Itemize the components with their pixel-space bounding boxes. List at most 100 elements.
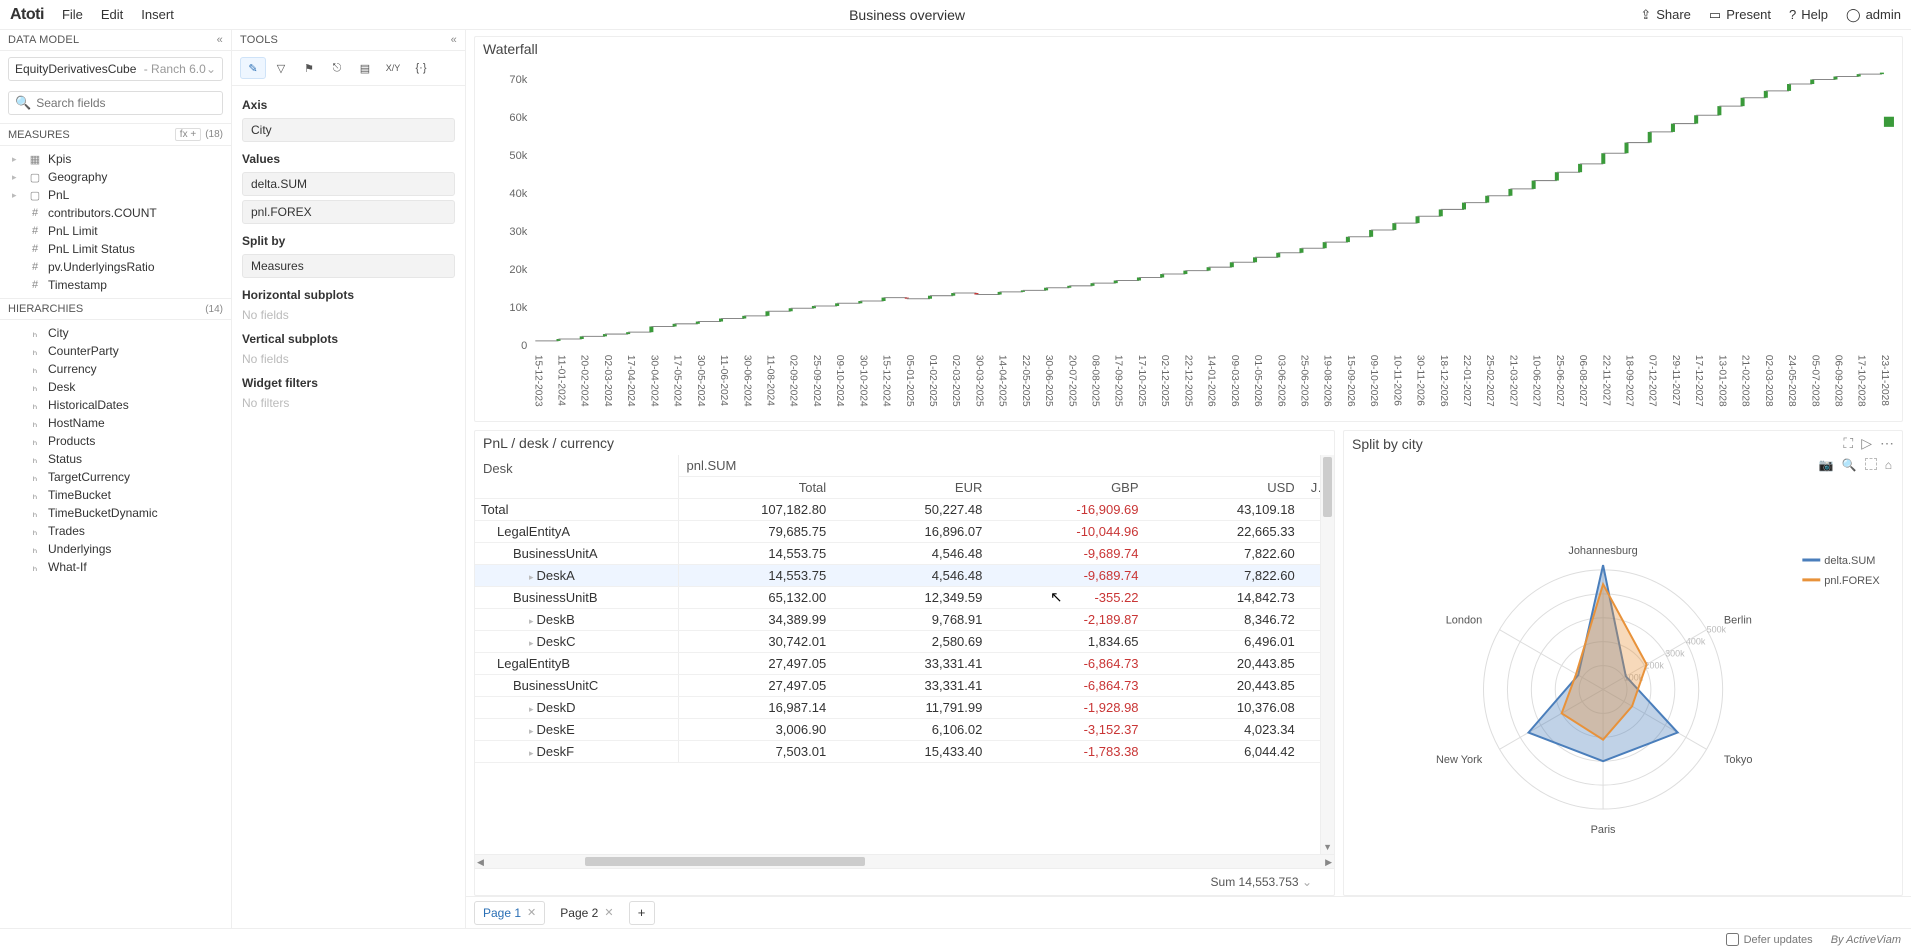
hierarchy-item[interactable]: ₕTargetCurrency [4, 468, 227, 486]
table-hscroll[interactable]: ◀▶ [475, 854, 1334, 868]
flag-tool-icon[interactable]: ⚑ [296, 57, 322, 79]
search-input-wrap[interactable]: 🔍 [8, 91, 223, 115]
splitby-chip-measures[interactable]: Measures [242, 254, 455, 278]
table-col-header[interactable]: GBP [990, 477, 1146, 499]
page-tab[interactable]: Page 2✕ [551, 901, 622, 925]
scroll-down-icon[interactable]: ▼ [1323, 842, 1332, 852]
svg-text:23-11-2028: 23-11-2028 [1879, 355, 1890, 406]
svg-text:09-03-2026: 09-03-2026 [1229, 355, 1240, 407]
search-input[interactable] [36, 96, 216, 110]
share-button[interactable]: ⇪Share [1640, 7, 1691, 23]
hierarchy-item[interactable]: ₕUnderlyings [4, 540, 227, 558]
measure-item[interactable]: #pv.UnderlyingsRatio [4, 258, 227, 276]
collapse-tools-icon[interactable]: « [451, 34, 457, 46]
hierarchy-item[interactable]: ₕStatus [4, 450, 227, 468]
defer-checkbox[interactable] [1726, 933, 1739, 946]
filter-tool-icon[interactable]: ▽ [268, 57, 294, 79]
xy-tool-icon[interactable]: X/Y [380, 57, 406, 79]
radar-panel: Split by city ⛶ ▷ ⋯ 📷 🔍 ⌂ [1343, 430, 1903, 896]
hscroll-thumb[interactable] [585, 857, 865, 866]
close-icon[interactable]: ✕ [527, 906, 536, 919]
fx-button[interactable]: fx + [175, 128, 201, 141]
hierarchy-item[interactable]: ₕCurrency [4, 360, 227, 378]
measure-item[interactable]: #Timestamp [4, 276, 227, 294]
measure-item[interactable]: #contributors.COUNT [4, 204, 227, 222]
bracket-tool-icon[interactable]: {·} [408, 57, 434, 79]
measure-item[interactable]: #PnL Limit Status [4, 240, 227, 258]
svg-text:50k: 50k [509, 150, 527, 162]
table-row[interactable]: BusinessUnitA14,553.754,546.48-9,689.747… [475, 543, 1334, 565]
measure-item[interactable]: #PnL Limit [4, 222, 227, 240]
grid-tool-icon[interactable]: ▤ [352, 57, 378, 79]
scroll-right-icon[interactable]: ▶ [1325, 857, 1332, 868]
col-measure[interactable]: pnl.SUM [678, 455, 1334, 477]
chevron-down-icon[interactable]: ⌄ [1302, 875, 1312, 889]
page-tab[interactable]: Page 1✕ [474, 901, 545, 925]
table-col-header[interactable]: Total [678, 477, 834, 499]
zoom-icon[interactable]: 🔍 [1842, 458, 1857, 472]
table-row[interactable]: ▸DeskA14,553.754,546.48-9,689.747,822.60 [475, 565, 1334, 587]
menu-edit[interactable]: Edit [101, 7, 123, 22]
hierarchy-item[interactable]: ₕTrades [4, 522, 227, 540]
vscroll-thumb[interactable] [1323, 457, 1332, 517]
measure-item[interactable]: ▸▢PnL [4, 186, 227, 204]
play-icon[interactable]: ▷ [1861, 435, 1872, 452]
pnl-table[interactable]: Desk pnl.SUM TotalEURGBPUSDJPY Total107,… [475, 455, 1334, 763]
hierarchy-item[interactable]: ₕHistoricalDates [4, 396, 227, 414]
table-col-header[interactable]: EUR [834, 477, 990, 499]
svg-text:29-11-2027: 29-11-2027 [1670, 355, 1681, 406]
select-icon[interactable] [1865, 458, 1877, 470]
table-row[interactable]: LegalEntityB27,497.0533,331.41-6,864.732… [475, 653, 1334, 675]
scroll-left-icon[interactable]: ◀ [477, 857, 484, 868]
wfilters-empty: No filters [242, 396, 455, 410]
help-button[interactable]: ?Help [1789, 7, 1828, 22]
user-button[interactable]: ◯admin [1846, 7, 1901, 23]
table-row[interactable]: Total107,182.8050,227.48-16,909.6943,109… [475, 499, 1334, 521]
table-row[interactable]: ▸DeskE3,006.906,106.02-3,152.374,023.34 [475, 719, 1334, 741]
edit-tool-icon[interactable]: ✎ [240, 57, 266, 79]
svg-text:22-11-2027: 22-11-2027 [1600, 355, 1611, 406]
hierarchy-item[interactable]: ₕHostName [4, 414, 227, 432]
table-row[interactable]: ▸DeskB34,389.999,768.91-2,189.878,346.72 [475, 609, 1334, 631]
table-row[interactable]: ▸DeskD16,987.1411,791.99-1,928.9810,376.… [475, 697, 1334, 719]
close-icon[interactable]: ✕ [604, 906, 613, 919]
table-row[interactable]: ▸DeskF7,503.0115,433.40-1,783.386,044.42 [475, 741, 1334, 763]
hierarchy-item[interactable]: ₕCity [4, 324, 227, 342]
hierarchy-item[interactable]: ₕTimeBucketDynamic [4, 504, 227, 522]
hierarchy-item[interactable]: ₕTimeBucket [4, 486, 227, 504]
radar-chart[interactable]: 100k200k300k400k500kJohannesburgBerlinTo… [1344, 474, 1902, 895]
add-tab-button[interactable]: + [629, 901, 655, 925]
hierarchy-item[interactable]: ₕWhat-If [4, 558, 227, 576]
table-row[interactable]: LegalEntityA79,685.7516,896.07-10,044.96… [475, 521, 1334, 543]
menu-file[interactable]: File [62, 7, 83, 22]
expand-icon[interactable]: ⛶ [1843, 435, 1853, 452]
svg-text:14-01-2026: 14-01-2026 [1206, 355, 1217, 407]
table-row[interactable]: BusinessUnitC27,497.0533,331.41-6,864.73… [475, 675, 1334, 697]
camera-icon[interactable]: 📷 [1819, 458, 1834, 472]
present-button[interactable]: ▭Present [1709, 7, 1771, 23]
svg-text:0: 0 [521, 340, 527, 352]
cube-selector[interactable]: EquityDerivativesCube - Ranch 6.0 ⌄ [8, 57, 223, 81]
table-row[interactable]: BusinessUnitB65,132.0012,349.59-355.2214… [475, 587, 1334, 609]
axis-chip-city[interactable]: City [242, 118, 455, 142]
svg-text:11-08-2024: 11-08-2024 [764, 355, 775, 406]
waterfall-chart[interactable]: 010k20k30k40k50k60k70k15-12-202311-01-20… [475, 61, 1902, 422]
table-row[interactable]: ▸DeskC30,742.012,580.691,834.656,496.01 [475, 631, 1334, 653]
table-col-header[interactable]: USD [1147, 477, 1303, 499]
hierarchy-item[interactable]: ₕCounterParty [4, 342, 227, 360]
measure-item[interactable]: ▸▦Kpis [4, 150, 227, 168]
col-desk[interactable]: Desk [475, 455, 678, 499]
home-icon[interactable]: ⌂ [1885, 458, 1892, 472]
values-chip-forex[interactable]: pnl.FOREX [242, 200, 455, 224]
values-chip-delta[interactable]: delta.SUM [242, 172, 455, 196]
table-vscroll[interactable]: ▼ [1320, 455, 1334, 854]
collapse-datamodel-icon[interactable]: « [217, 34, 223, 46]
defer-updates-toggle[interactable]: Defer updates [1726, 933, 1813, 946]
measure-item[interactable]: ▸▢Geography [4, 168, 227, 186]
sliders-tool-icon[interactable]: ⎋ [324, 57, 350, 79]
more-icon[interactable]: ⋯ [1880, 435, 1894, 452]
hierarchy-item[interactable]: ₕProducts [4, 432, 227, 450]
hierarchy-item[interactable]: ₕDesk [4, 378, 227, 396]
menu-insert[interactable]: Insert [141, 7, 174, 22]
svg-text:02-03-2028: 02-03-2028 [1763, 355, 1774, 407]
